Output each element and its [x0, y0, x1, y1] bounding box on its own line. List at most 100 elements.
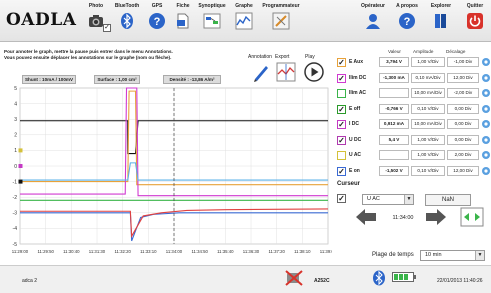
chart-icon [235, 12, 253, 30]
status-bar: A252C 22/01/2013 11:40:26 adca 2 [0, 265, 491, 293]
chevron-down-icon: ▼ [475, 251, 484, 260]
channel-amplitude-field[interactable]: 1,00 V/Div [411, 134, 445, 145]
user-icon [366, 14, 380, 29]
play-icon[interactable] [304, 62, 324, 82]
x-tick-label: 11:33:10 [140, 249, 157, 254]
gear-icon[interactable] [481, 150, 491, 160]
app-logo: OADLA [6, 10, 77, 30]
channel-offset-field[interactable]: 12,00 Div [447, 72, 479, 83]
channel-amplitude-field[interactable]: 0,10 V/Div [411, 103, 445, 114]
channel-value: 0,912 mA [379, 119, 409, 129]
channel-amplitude-field[interactable]: 1,00 V/Div [411, 57, 445, 67]
header-amplitude: Amplitude [413, 49, 434, 54]
arrow-left-icon[interactable] [355, 207, 377, 227]
channel-row: ✓ I DC 0,912 mA 10,00 mA/Div 0,00 Div [337, 118, 491, 131]
explorer-button[interactable]: Explorer [426, 3, 456, 32]
status-datetime: 22/01/2013 11:40:26 [437, 278, 483, 284]
annotation-pen-icon[interactable] [251, 62, 271, 82]
battery-icon [392, 272, 416, 282]
density-chip: Densité : -13,86 A/m² [163, 75, 221, 84]
apropos-button[interactable]: A propos ? [392, 3, 422, 32]
time-range-select[interactable]: 10 min ▼ [420, 250, 485, 261]
channel-offset-field[interactable]: -1,00 Div [447, 57, 479, 67]
fiche-button[interactable]: Fiche [172, 3, 194, 32]
gear-icon[interactable] [481, 88, 491, 98]
measurement-chart[interactable]: 5 4 3 2 1 0 -1 -2 -3 -4 -5 11:29:00 11:29:50 11:30:40… [4, 86, 332, 258]
channel-checkbox[interactable]: ✓ [337, 58, 346, 67]
channel-checkbox[interactable]: ✓ [337, 73, 346, 83]
channel-amplitude-field[interactable]: 1,00 V/Div [411, 150, 445, 160]
channel-amplitude-field[interactable]: 10,00 mA/Div [411, 88, 445, 98]
programmateur-button[interactable]: Programmateur [257, 3, 305, 32]
channel-offset-field[interactable]: 0,00 Div [447, 103, 479, 114]
channel-offset-field[interactable]: 0,00 Div [447, 119, 479, 129]
channel-value [379, 88, 409, 98]
y-tick-label: 2 [14, 133, 17, 139]
channel-offset-field[interactable]: 2,00 Div [447, 150, 479, 160]
gear-icon[interactable] [481, 166, 491, 176]
channel-value: -0,766 V [379, 103, 409, 114]
svg-text:?: ? [404, 16, 411, 28]
explorer-label: Explorer [430, 3, 452, 9]
svg-text:?: ? [154, 16, 161, 28]
export-chart-icon[interactable] [276, 62, 296, 82]
gear-icon[interactable] [481, 119, 491, 129]
channel-name: Ilim DC [349, 74, 367, 81]
power-icon [467, 13, 483, 29]
gear-icon[interactable] [481, 135, 491, 145]
time-range-label: Plage de temps [372, 252, 414, 258]
gear-icon[interactable] [481, 73, 491, 83]
channel-row: ✓ U DC 5,4 V 1,00 V/Div 0,00 Div [337, 134, 491, 147]
y-tick-label: 0 [14, 164, 17, 170]
channel-offset-field[interactable]: 0,00 Div [447, 134, 479, 145]
fit-screen-icon[interactable] [460, 207, 484, 227]
channel-checkbox[interactable] [337, 151, 346, 160]
photo-checkbox[interactable]: ✓ [103, 24, 111, 32]
channel-offset-field[interactable]: 12,00 Div [447, 165, 479, 176]
bluetooth-icon [121, 13, 133, 29]
cursor-checkbox[interactable]: ✓ [337, 194, 346, 203]
channel-amplitude-field[interactable]: 0,10 mA/Div [411, 72, 445, 83]
help-icon: ? [149, 13, 165, 29]
arrow-right-icon[interactable] [425, 207, 447, 227]
gear-icon[interactable] [481, 104, 491, 114]
photo-label: Photo [88, 3, 104, 9]
cursor-label: Curseur [337, 181, 361, 187]
gps-button[interactable]: GPS ? [146, 3, 168, 32]
channel-row: ✓ E off -0,766 V 0,10 V/Div 0,00 Div [337, 103, 491, 116]
operateur-button[interactable]: Opérateur [357, 3, 389, 32]
channel-name: Ilim AC [349, 90, 367, 96]
channel-marker [18, 179, 23, 184]
bluetooth-button[interactable]: BlueTooth [112, 3, 142, 32]
chevron-down-icon: ▼ [404, 195, 413, 204]
y-tick-label: 1 [14, 148, 17, 154]
x-tick-label: 11:30:40 [63, 249, 80, 254]
export-label: Export [275, 54, 290, 60]
channel-amplitude-field[interactable]: 0,10 V/Div [411, 165, 445, 176]
gear-icon[interactable] [481, 57, 491, 67]
time-range-value: 10 min [425, 252, 442, 258]
annotation-instructions: Pour annoter le graph, mettre la pause p… [4, 49, 244, 61]
quitter-button[interactable]: Quitter [462, 3, 488, 32]
surface-chip: Surface : 1,00 cm² [94, 75, 140, 84]
graphe-button[interactable]: Graphe [231, 3, 257, 32]
channel-checkbox[interactable] [337, 89, 346, 98]
channel-offset-field[interactable]: -2,00 Div [447, 88, 479, 98]
fiche-label: Fiche [176, 3, 190, 9]
cursor-channel-select[interactable]: U AC ▼ [362, 194, 414, 205]
synoptique-button[interactable]: Synoptique [195, 3, 229, 32]
programmateur-label: Programmateur [262, 3, 300, 9]
x-tick-label: 11:29:50 [37, 249, 54, 254]
y-tick-label: 5 [14, 86, 17, 92]
channel-checkbox[interactable]: ✓ [337, 104, 346, 114]
channel-checkbox[interactable]: ✓ [337, 120, 346, 129]
x-tick-label: 11:39:00 [320, 249, 332, 254]
channel-checkbox[interactable]: ✓ [337, 135, 346, 145]
channel-value: 5,4 V [379, 134, 409, 145]
channel-name: E off [349, 105, 361, 112]
channel-row: ✓ E on -1,502 V 0,10 V/Div 12,00 Div [337, 165, 491, 178]
channel-marker [18, 148, 23, 153]
gps-label: GPS [151, 3, 163, 9]
channel-checkbox[interactable]: ✓ [337, 166, 346, 176]
channel-amplitude-field[interactable]: 10,00 mA/Div [411, 119, 445, 129]
